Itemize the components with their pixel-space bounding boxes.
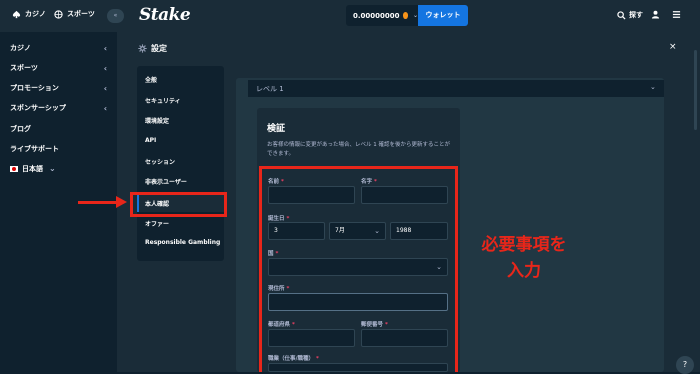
user-icon [651,10,660,19]
menu-item-offers[interactable]: オファー [145,219,169,228]
spade-icon [12,10,21,18]
menu-item-general[interactable]: 全般 [145,75,157,84]
scrollbar-thumb[interactable] [694,50,697,130]
live-chat-button[interactable]: ? [676,356,694,374]
sidebar-item-label: ライブサポート [10,145,59,153]
sidebar-item-casino[interactable]: カジノ ‹ [10,43,107,53]
language-label: 日本語 [22,165,43,173]
bitcoin-icon [402,12,408,19]
casino-tab[interactable]: カジノ [12,9,46,19]
hamburger-icon [672,11,681,18]
japan-flag-icon [10,166,18,172]
sidebar-item-sponsorship[interactable]: スポンサーシップ ‹ [10,103,107,113]
settings-menu: 全般 セキュリティ 環境設定 API セッション 非表示ユーザー 本人確認 オフ… [137,66,224,261]
menu-button[interactable] [672,10,681,19]
annotation-arrow [78,201,118,204]
arrow-right-icon [116,196,127,208]
sidebar-item-sports[interactable]: スポーツ ‹ [10,63,107,73]
sidebar-item-label: ブログ [10,125,31,133]
gear-icon [138,44,147,53]
highlight-box-form [259,166,458,372]
chevron-left-icon: ‹ [103,83,107,93]
menu-item-responsible-gambling[interactable]: Responsible Gambling [145,239,220,246]
sidebar-item-blog[interactable]: ブログ [10,124,107,134]
sidebar-item-live-support[interactable]: ライブサポート [10,144,107,154]
chevron-left-icon: ‹ [103,103,107,113]
sports-icon [54,9,63,19]
highlight-box-verification-menu [130,192,227,217]
search-label: 探す [629,11,643,19]
level-label: レベル 1 [256,85,284,93]
profile-button[interactable] [651,10,660,19]
chevron-left-icon: ‹ [103,63,107,73]
verification-title: 検証 [267,124,286,134]
sidebar-collapse-button[interactable]: « [107,9,124,23]
close-icon[interactable]: × [669,42,677,52]
stake-logo[interactable]: Stake [139,5,191,25]
menu-item-sessions[interactable]: セッション [145,157,175,166]
sidebar-item-promotions[interactable]: プロモーション ‹ [10,83,107,93]
search-button[interactable]: 探す [617,10,643,20]
menu-item-preferences[interactable]: 環境設定 [145,116,169,125]
balance-amount: 0.00000000 [353,11,400,20]
language-selector[interactable]: 日本語 ⌄ [10,164,56,174]
chevron-left-icon: ‹ [103,43,107,53]
annotation-line-2: 入力 [507,261,541,281]
sidebar-item-label: カジノ [10,44,31,52]
annotation-text: 必要事項を 入力 [462,232,586,284]
annotation-line-1: 必要事項を [481,235,567,255]
chevron-down-icon: ⌄ [49,164,56,173]
sidebar-item-label: プロモーション [10,84,59,92]
sports-tab[interactable]: スポーツ [54,9,95,19]
menu-item-ignored-users[interactable]: 非表示ユーザー [145,177,187,186]
menu-item-api[interactable]: API [145,137,156,144]
sports-tab-label: スポーツ [67,10,95,18]
level-accordion[interactable] [248,80,664,97]
sidebar-item-label: スポンサーシップ [10,104,66,112]
chevron-down-icon[interactable]: ⌄ [650,83,656,91]
balance-selector[interactable]: 0.00000000 ⌄ [346,5,418,26]
search-icon [617,10,626,20]
verification-description: お客様の情報に変更があった場合、レベル 1 確認を後から更新することができます。 [267,142,450,157]
casino-tab-label: カジノ [25,10,46,18]
settings-header: 設定 [138,43,167,54]
wallet-button[interactable]: ウォレット [418,5,468,26]
menu-item-security[interactable]: セキュリティ [145,96,181,105]
sidebar-item-label: スポーツ [10,64,38,72]
settings-title: 設定 [151,44,167,53]
